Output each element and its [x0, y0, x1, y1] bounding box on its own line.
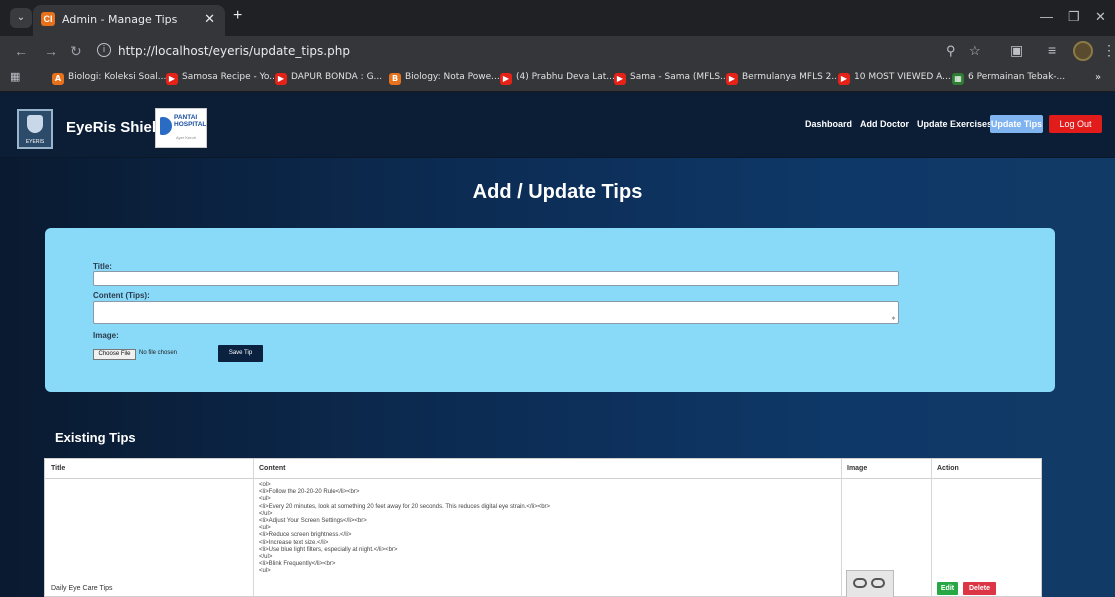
bookmark-item[interactable]: ▶ 10 MOST VIEWED A... [838, 72, 951, 86]
column-header-title: Title [51, 465, 66, 472]
eyeris-logo-text: EYERIS [25, 139, 45, 145]
resize-handle-icon[interactable]: ∗ [891, 315, 896, 322]
youtube-icon: ▶ [614, 73, 626, 85]
new-tab-plus-icon[interactable]: + [233, 7, 242, 25]
menu-kebab-icon[interactable]: ⋮ [1102, 42, 1115, 59]
zoom-icon[interactable]: ⚲ [946, 43, 956, 59]
existing-tips-heading: Existing Tips [55, 430, 136, 445]
page-title: Add / Update Tips [472, 181, 643, 203]
site-navbar: EYERIS EyeRis Shield PANTAI HOSPITAL Aye… [0, 92, 1115, 158]
forward-arrow-icon[interactable]: → [44, 43, 58, 59]
url-text[interactable]: http://localhost/eyeris/update_tips.php [118, 44, 350, 58]
youtube-icon: ▶ [838, 73, 850, 85]
column-divider [841, 459, 842, 597]
bookmark-item[interactable]: ▶ Samosa Recipe - Yo... [166, 72, 278, 86]
tab-title: Admin - Manage Tips [62, 13, 178, 26]
nav-add-doctor[interactable]: Add Doctor [860, 119, 909, 129]
save-tip-button[interactable]: Save Tip [218, 345, 263, 362]
window-close-icon[interactable]: ✕ [1095, 9, 1106, 25]
minimize-icon[interactable]: — [1040, 9, 1053, 24]
bookmarks-bar: ▦ A Biologi: Koleksi Soal... ▶ Samosa Reci… [0, 66, 1115, 92]
column-header-action: Action [937, 465, 959, 472]
pantai-hospital-logo: PANTAI HOSPITAL Ayer Keroh [155, 108, 207, 148]
bookmark-item[interactable]: ▶ Sama - Sama (MFLS... [614, 72, 729, 86]
image-label: Image: [93, 331, 119, 340]
tip-form: Title: Content (Tips): ∗ Image: Choose F… [45, 228, 1055, 392]
youtube-icon: ▶ [500, 73, 512, 85]
bookmark-item[interactable]: ▶ DAPUR BONDA : G... [275, 72, 382, 86]
nav-update-exercises[interactable]: Update Exercises [917, 119, 992, 129]
pantai-logo-sub: Ayer Keroh [176, 135, 196, 140]
bookmark-favicon-icon: A [52, 73, 64, 85]
content-label: Content (Tips): [93, 291, 150, 300]
bookmark-item[interactable]: ▦ 6 Permainan Tebak-... [952, 72, 1065, 86]
tab-close-icon[interactable]: ✕ [204, 11, 215, 27]
nav-update-tips[interactable]: Update Tips [990, 115, 1043, 133]
tip-image-thumbnail [846, 570, 894, 597]
bookmark-favicon-icon: ▦ [952, 73, 964, 85]
nav-dashboard[interactable]: Dashboard [805, 119, 852, 129]
bookmark-item[interactable]: B Biology: Nota Powe... [389, 72, 500, 86]
site-info-icon[interactable]: i [97, 43, 111, 57]
title-label: Title: [93, 262, 112, 271]
brand-name: EyeRis Shield [66, 119, 166, 136]
choose-file-button[interactable]: Choose File [93, 349, 136, 360]
bookmark-item[interactable]: ▶ (4) Prabhu Deva Lat... [500, 72, 615, 86]
profile-avatar[interactable] [1073, 41, 1093, 61]
browser-tab-strip: ⌄ CI Admin - Manage Tips ✕ + — ❐ ✕ [0, 0, 1115, 36]
delete-button[interactable]: Delete [963, 582, 996, 595]
column-divider [931, 459, 932, 597]
shield-icon [27, 115, 43, 133]
bookmark-star-icon[interactable]: ☆ [969, 43, 981, 59]
browser-tab[interactable]: CI Admin - Manage Tips ✕ [33, 5, 225, 36]
bookmark-item[interactable]: ▶ Bermulanya MFLS 2... [726, 72, 840, 86]
eyeris-logo: EYERIS [17, 109, 53, 149]
edit-button[interactable]: Edit [937, 582, 958, 595]
tip-content-cell: <ol> <li>Follow the 20-20-20 Rule</li><b… [259, 482, 551, 575]
address-toolbar: ← → ↻ i http://localhost/eyeris/update_t… [0, 36, 1115, 66]
page: EYERIS EyeRis Shield PANTAI HOSPITAL Aye… [0, 92, 1115, 597]
bookmark-favicon-icon: B [389, 73, 401, 85]
apps-grid-icon[interactable]: ▦ [10, 70, 20, 84]
tips-table: Title Content Image Action Daily Eye Car… [44, 458, 1042, 597]
glasses-icon [853, 578, 867, 588]
back-arrow-icon[interactable]: ← [14, 43, 28, 59]
table-header: Title Content Image Action [45, 459, 1041, 479]
column-header-content: Content [259, 465, 286, 472]
address-bar[interactable]: i http://localhost/eyeris/update_tips.ph… [93, 40, 993, 62]
tab-search-chevron-icon[interactable]: ⌄ [10, 8, 32, 28]
glasses-lens [871, 578, 885, 588]
youtube-icon: ▶ [166, 73, 178, 85]
more-bookmarks-icon[interactable]: » [1095, 72, 1101, 86]
pantai-logo-text: PANTAI HOSPITAL [174, 114, 207, 128]
column-divider [253, 459, 254, 597]
youtube-icon: ▶ [726, 73, 738, 85]
tab-favicon-icon: CI [41, 12, 55, 26]
pantai-mark-icon [160, 117, 172, 135]
youtube-icon: ▶ [275, 73, 287, 85]
reading-list-icon[interactable]: ≡ [1048, 42, 1056, 58]
column-header-image: Image [847, 465, 868, 472]
content-textarea[interactable]: ∗ [93, 301, 899, 324]
logout-button[interactable]: Log Out [1049, 115, 1102, 133]
tip-title-cell: Daily Eye Care Tips [51, 585, 113, 592]
title-input[interactable] [93, 271, 899, 286]
restore-icon[interactable]: ❐ [1068, 9, 1080, 25]
extensions-icon[interactable]: ▣ [1010, 42, 1023, 59]
bookmark-item[interactable]: A Biologi: Koleksi Soal... [52, 72, 166, 86]
file-status-text: No file chosen [139, 350, 178, 356]
reload-icon[interactable]: ↻ [70, 43, 82, 60]
